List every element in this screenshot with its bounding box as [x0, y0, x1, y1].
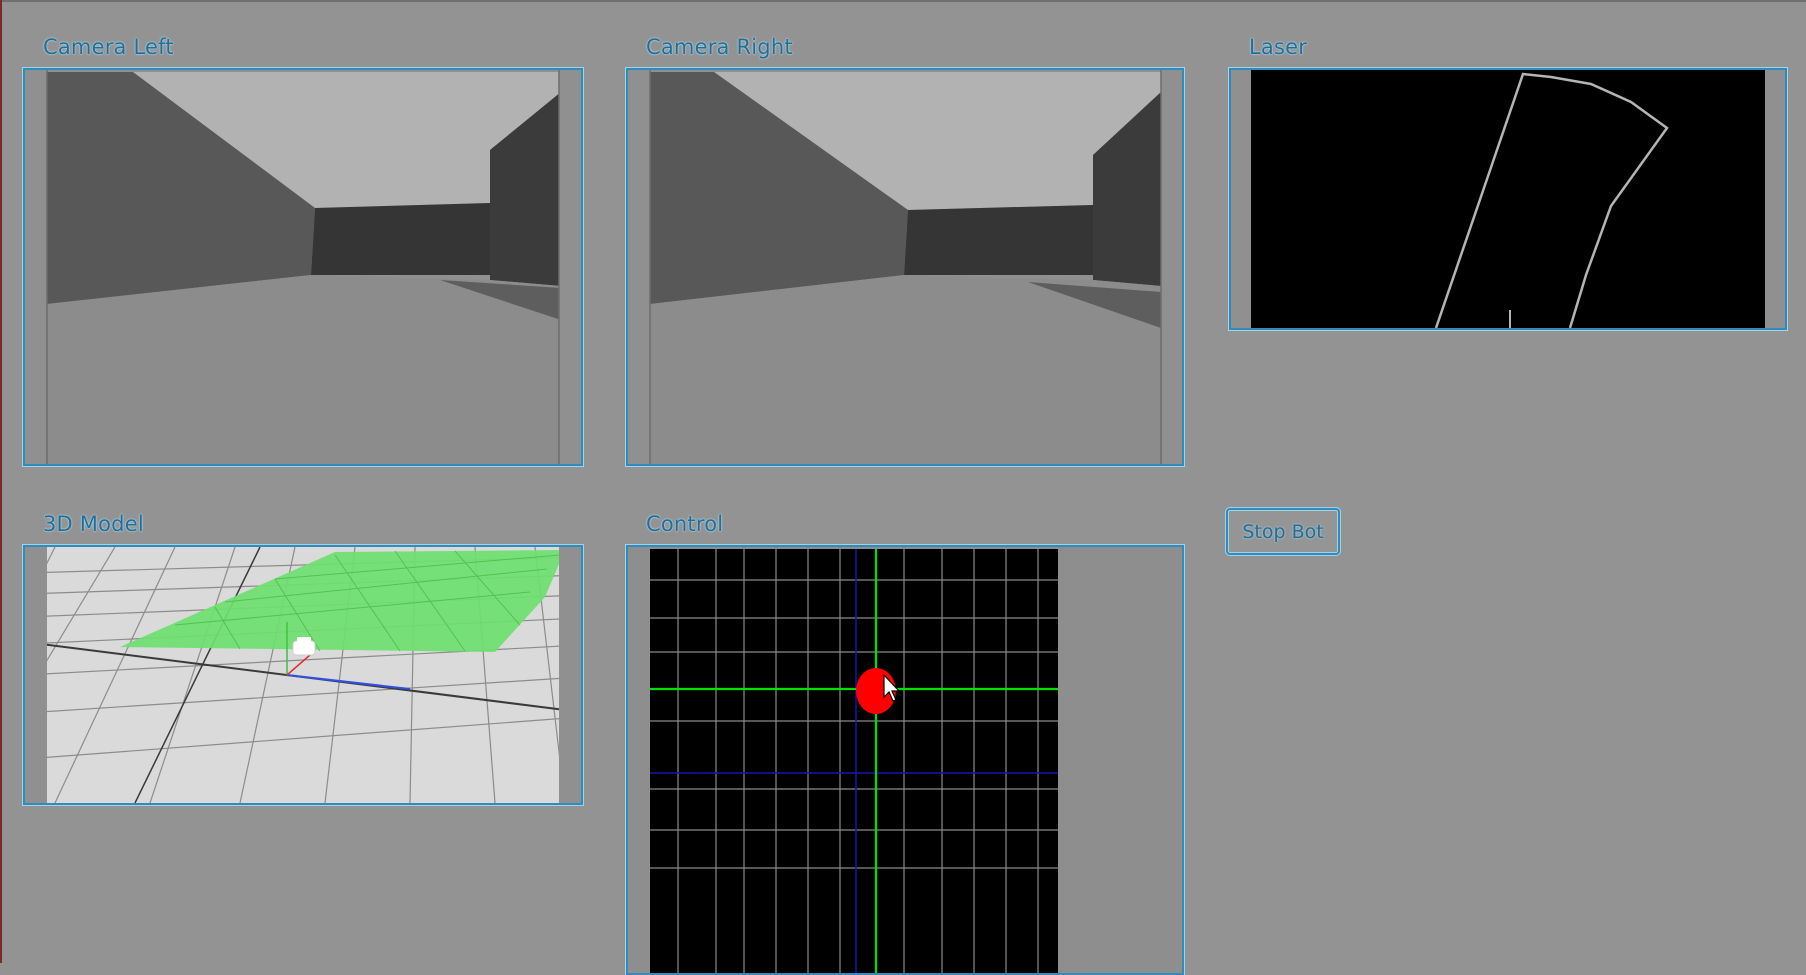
- model-3d-view: [23, 545, 583, 805]
- control-title: Control: [646, 512, 724, 536]
- camera-right-title: Camera Right: [646, 35, 793, 59]
- laser-scan-plot: [1231, 70, 1785, 328]
- camera-left-title: Camera Left: [43, 35, 174, 59]
- stop-bot-button[interactable]: Stop Bot: [1226, 508, 1340, 555]
- joystick-pad[interactable]: [628, 547, 1182, 973]
- laser-view: [1229, 68, 1787, 330]
- model-3d-title: 3D Model: [43, 512, 144, 536]
- laser-title: Laser: [1249, 35, 1308, 59]
- control-panel: [626, 545, 1184, 975]
- model-3d-scene: [25, 547, 581, 803]
- camera-left-image: [25, 70, 581, 464]
- window-top-edge: [0, 0, 1806, 2]
- camera-right-view: [626, 68, 1184, 466]
- camera-right-image: [628, 70, 1182, 464]
- window-left-edge: [0, 0, 2, 963]
- camera-left-view: [23, 68, 583, 466]
